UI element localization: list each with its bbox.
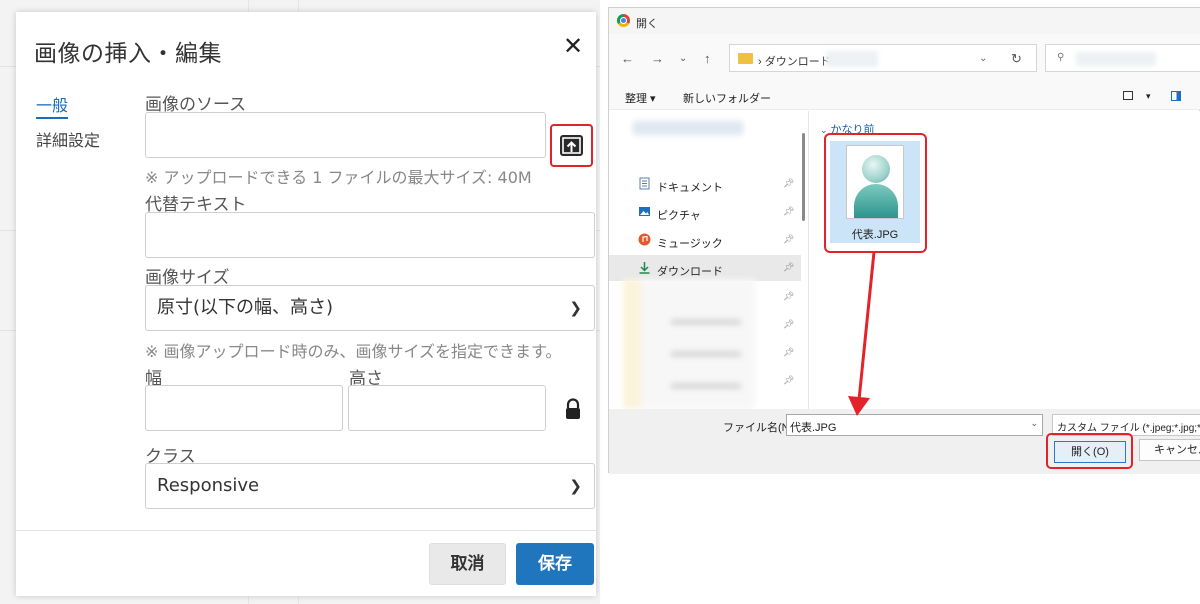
forward-arrow-icon[interactable]: → xyxy=(651,51,664,66)
file-open-dialog: 開く ← → ⌄ ↑ › ダウンロード ⌄ ↻ ⚲ 整理 ▾ 新しいフォルダー … xyxy=(608,7,1200,474)
class-value: Responsive xyxy=(157,475,260,496)
folder-icon xyxy=(738,53,753,64)
cancel-button[interactable]: 取消 xyxy=(429,543,506,585)
class-select[interactable]: Responsive ❯ xyxy=(145,463,595,509)
filename-value: 代表.JPG xyxy=(790,422,837,434)
file-dialog-navbar: ← → ⌄ ↑ › ダウンロード ⌄ ↻ ⚲ xyxy=(609,34,1200,82)
blurred-sidebar-items xyxy=(623,279,755,409)
chevron-down-icon: ❯ xyxy=(569,299,582,317)
sidebar-item-downloads[interactable]: ダウンロード 📌︎ xyxy=(609,255,801,281)
tab-advanced[interactable]: 詳細設定 xyxy=(36,127,100,151)
file-cancel-button[interactable]: キャンセル xyxy=(1139,439,1200,461)
back-arrow-icon[interactable]: ← xyxy=(621,51,634,66)
image-size-select[interactable]: 原寸(以下の幅、高さ) ❯ xyxy=(145,285,595,331)
open-highlight: 開く(O) xyxy=(1046,433,1133,469)
close-icon[interactable]: ✕ xyxy=(561,34,585,58)
sidebar-item-label: ドキュメント xyxy=(657,182,723,194)
image-size-value: 原寸(以下の幅、高さ) xyxy=(157,297,334,318)
chevron-down-icon[interactable]: ⌄ xyxy=(979,53,987,64)
dialog-title: 画像の挿入・編集 xyxy=(34,41,222,67)
alt-text-input[interactable] xyxy=(145,212,595,258)
breadcrumb[interactable]: ダウンロード xyxy=(765,56,831,68)
blurred-path xyxy=(826,51,878,67)
organize-menu[interactable]: 整理 ▾ xyxy=(625,90,656,106)
view-mode-icon[interactable] xyxy=(1123,91,1133,100)
blurred-quick-access xyxy=(633,121,743,135)
upload-highlight xyxy=(550,124,593,167)
file-dialog-footer: ファイル名(N): 代表.JPG ⌄ カスタム ファイル (*.jpeg;*.j… xyxy=(609,409,1200,474)
pictures-icon xyxy=(639,207,650,216)
preview-pane-icon[interactable] xyxy=(1171,91,1181,101)
sidebar-item-label: ピクチャ xyxy=(657,210,701,222)
tab-general[interactable]: 一般 xyxy=(36,92,69,119)
music-icon xyxy=(638,233,651,246)
file-list: ⌄ かなり前 代表.JPG xyxy=(810,111,1200,409)
search-icon: ⚲ xyxy=(1057,52,1065,63)
address-bar[interactable]: › ダウンロード ⌄ xyxy=(729,44,1037,72)
file-highlight: 代表.JPG xyxy=(824,133,927,253)
height-input[interactable] xyxy=(348,385,546,431)
image-insert-dialog: 画像の挿入・編集 ✕ 一般 詳細設定 画像のソース ※ アップロードできる 1 … xyxy=(16,12,596,596)
pin-icon[interactable]: 📌︎ xyxy=(783,347,794,358)
open-button[interactable]: 開く(O) xyxy=(1054,441,1126,463)
pin-icon[interactable]: 📌︎ xyxy=(783,178,794,189)
document-icon xyxy=(639,177,650,190)
pin-icon[interactable]: 📌︎ xyxy=(783,234,794,245)
file-dialog-title: 開く xyxy=(636,18,658,30)
upload-size-note: ※ アップロードできる 1 ファイルの最大サイズ: 40M xyxy=(145,168,532,187)
width-input[interactable] xyxy=(145,385,343,431)
pin-icon[interactable]: 📌︎ xyxy=(783,375,794,386)
footer-divider xyxy=(16,530,596,531)
pin-icon[interactable]: 📌︎ xyxy=(783,206,794,217)
sidebar-item-music[interactable]: ミュージック 📌︎ xyxy=(609,227,801,253)
blurred-search-placeholder xyxy=(1076,52,1156,66)
download-icon xyxy=(639,262,650,274)
chevron-down-icon: ❯ xyxy=(569,477,582,495)
upload-icon[interactable] xyxy=(560,135,583,156)
chevron-down-icon[interactable]: ⌄ xyxy=(1030,418,1038,429)
avatar-thumbnail-icon xyxy=(846,145,904,219)
filename-input[interactable]: 代表.JPG ⌄ xyxy=(786,414,1043,436)
sidebar-item-pictures[interactable]: ピクチャ 📌︎ xyxy=(609,199,801,225)
file-dialog-titlebar: 開く xyxy=(609,8,1200,34)
save-button[interactable]: 保存 xyxy=(516,543,594,585)
file-dialog-toolbar: 整理 ▾ 新しいフォルダー ▾ xyxy=(609,82,1200,110)
chrome-icon xyxy=(617,14,630,27)
pin-icon[interactable]: 📌︎ xyxy=(783,291,794,302)
sidebar-item-documents[interactable]: ドキュメント 📌︎ xyxy=(609,171,801,197)
up-arrow-icon[interactable]: ↑ xyxy=(704,51,711,66)
file-name: 代表.JPG xyxy=(851,229,899,241)
new-folder-button[interactable]: 新しいフォルダー xyxy=(683,90,771,106)
lock-icon[interactable] xyxy=(564,398,582,420)
sidebar-item-label: ダウンロード xyxy=(657,266,723,278)
sidebar-scrollbar[interactable] xyxy=(802,133,805,221)
pin-icon[interactable]: 📌︎ xyxy=(783,262,794,273)
refresh-icon[interactable]: ↻ xyxy=(1011,51,1022,67)
screenshot-stage: 画像の挿入・編集 ✕ 一般 詳細設定 画像のソース ※ アップロードできる 1 … xyxy=(0,0,1200,604)
source-input[interactable] xyxy=(145,112,546,158)
navigation-pane: ドキュメント 📌︎ ピクチャ 📌︎ ミュージック 📌︎ ダウンロード 📌︎ 📌︎… xyxy=(609,111,809,409)
image-size-note: ※ 画像アップロード時のみ、画像サイズを指定できます。 xyxy=(145,342,562,361)
pin-icon[interactable]: 📌︎ xyxy=(783,319,794,330)
recent-locations-icon[interactable]: ⌄ xyxy=(679,53,687,64)
file-item[interactable]: 代表.JPG xyxy=(830,141,920,243)
chevron-down-icon[interactable]: ▾ xyxy=(1146,91,1151,102)
search-input[interactable]: ⚲ xyxy=(1045,44,1200,72)
sidebar-item-label: ミュージック xyxy=(657,238,723,250)
